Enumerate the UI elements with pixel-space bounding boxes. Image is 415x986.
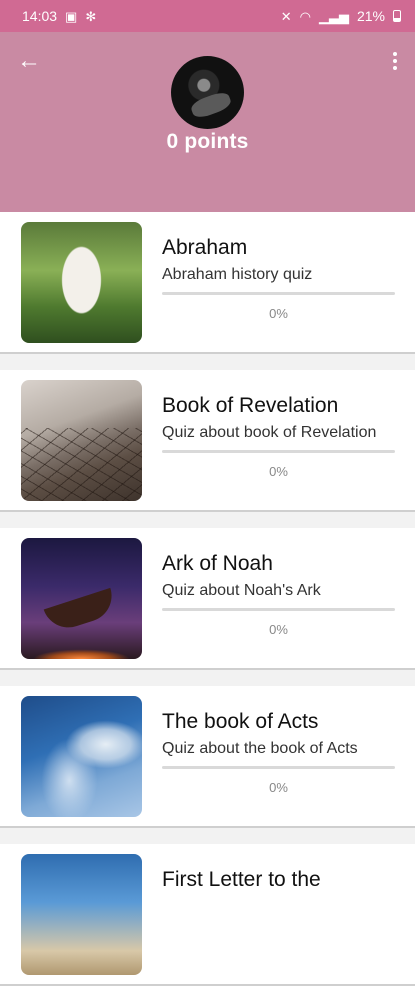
settings-icon: ✻ (85, 8, 97, 24)
battery-percent: 21% (356, 8, 385, 24)
mute-icon: ✕ (280, 8, 292, 24)
quiz-card-noah[interactable]: Ark of Noah Quiz about Noah's Ark 0% (0, 528, 415, 670)
avatar (171, 56, 244, 129)
profile-header: ← 0 points (0, 32, 415, 212)
quiz-thumbnail (21, 222, 142, 343)
quiz-progress-label: 0% (269, 464, 288, 479)
status-time: 14:03 (22, 8, 58, 24)
quiz-list: Abraham Abraham history quiz 0% Book of … (0, 212, 415, 986)
quiz-card-acts[interactable]: The book of Acts Quiz about the book of … (0, 686, 415, 828)
quiz-subtitle: Quiz about the book of Acts (162, 740, 358, 757)
quiz-title: First Letter to the (162, 868, 321, 891)
quiz-card-abraham[interactable]: Abraham Abraham history quiz 0% (0, 212, 415, 354)
quiz-card-revelation[interactable]: Book of Revelation Quiz about book of Re… (0, 370, 415, 512)
signal-icon: ▁▃▅ (318, 8, 349, 24)
quiz-progress-label: 0% (269, 780, 288, 795)
quiz-progress-bar (162, 766, 395, 769)
image-icon: ▣ (65, 8, 78, 24)
quiz-thumbnail (21, 696, 142, 817)
points-label: 0 points (166, 130, 249, 153)
quiz-progress-label: 0% (269, 622, 288, 637)
quiz-title: Ark of Noah (162, 552, 273, 575)
quiz-subtitle: Quiz about Noah's Ark (162, 582, 321, 599)
quiz-title: Book of Revelation (162, 394, 339, 417)
status-bar: 14:03 ▣ ✻ ✕ ◠ ▁▃▅ 21% (0, 0, 415, 32)
quiz-title: Abraham (162, 236, 248, 259)
quiz-thumbnail (21, 380, 142, 501)
quiz-card-first-letter[interactable]: First Letter to the (0, 844, 415, 986)
quiz-progress-bar (162, 450, 395, 453)
arrow-left-icon[interactable]: ← (16, 48, 42, 74)
quiz-thumbnail (21, 538, 142, 659)
wifi-icon: ◠ (299, 8, 311, 24)
quiz-thumbnail (21, 854, 142, 975)
quiz-subtitle: Quiz about book of Revelation (162, 424, 377, 441)
quiz-progress-bar (162, 608, 395, 611)
quiz-progress-bar (162, 292, 395, 295)
more-vert-icon[interactable] (387, 48, 403, 74)
battery-icon (393, 10, 401, 22)
quiz-title: The book of Acts (162, 710, 319, 733)
quiz-subtitle: Abraham history quiz (162, 266, 313, 283)
quiz-progress-label: 0% (269, 306, 288, 321)
